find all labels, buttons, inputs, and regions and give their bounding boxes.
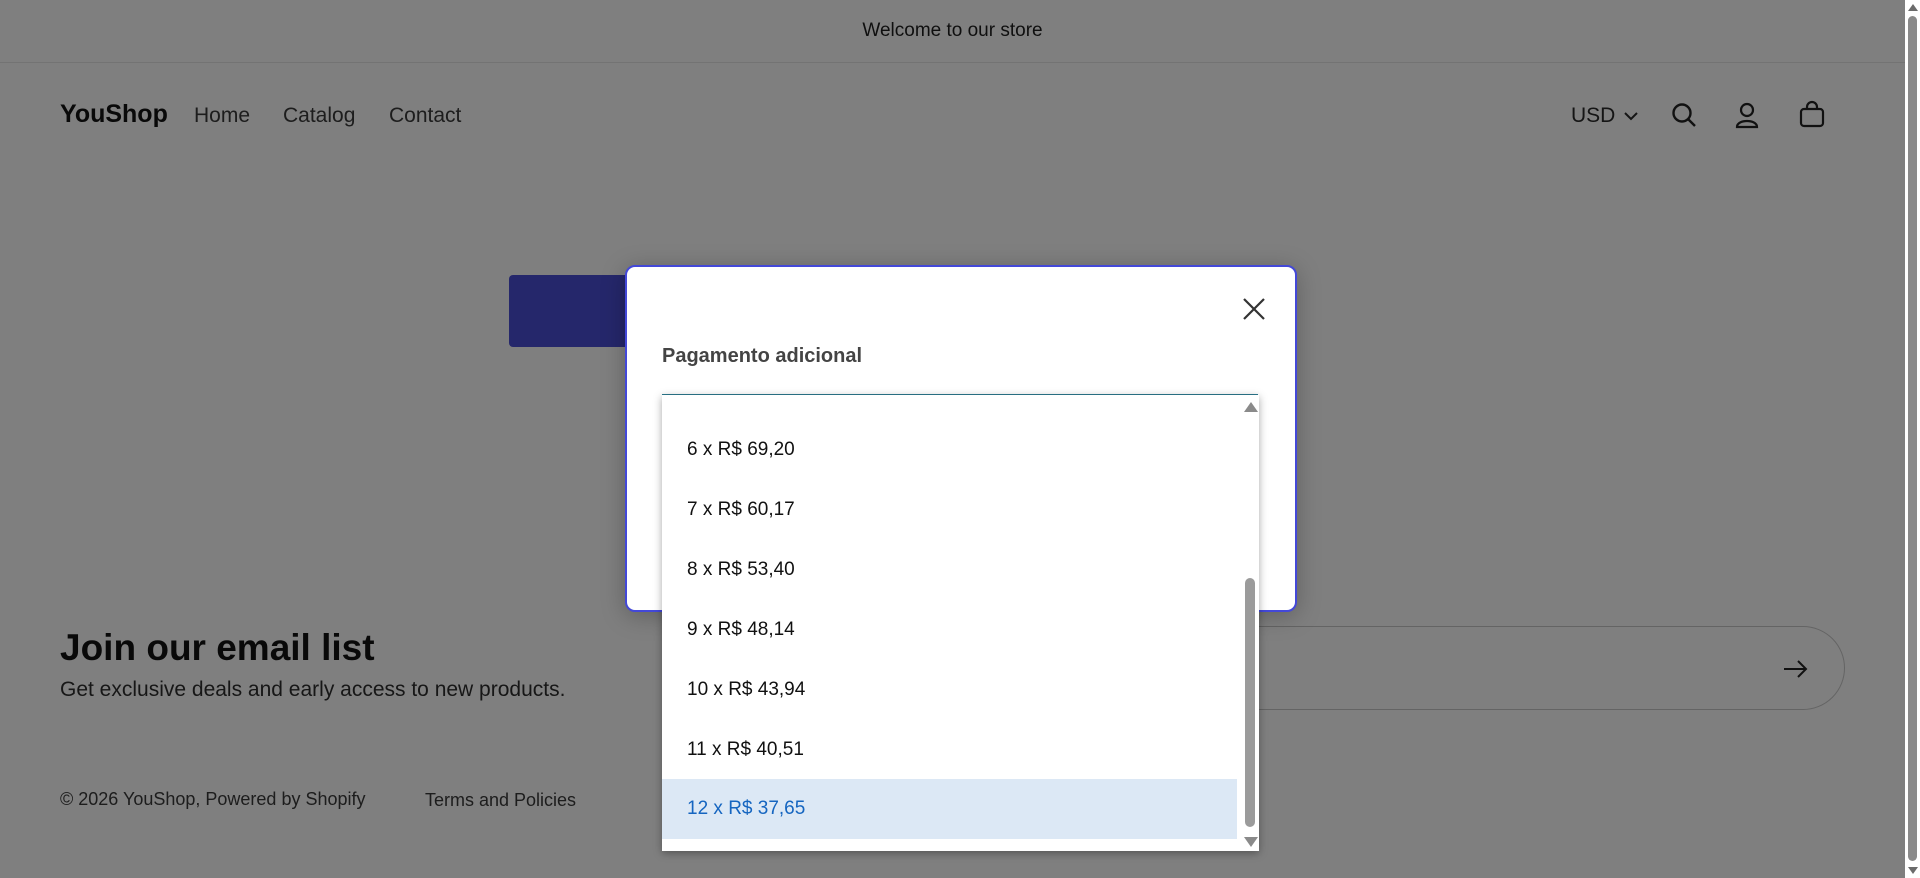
- scroll-up-arrow-icon[interactable]: [1908, 4, 1918, 11]
- scroll-down-arrow-icon[interactable]: [1908, 867, 1918, 874]
- list-clip-mask: [662, 395, 1237, 401]
- installment-option[interactable]: 7 x R$ 60,17: [662, 480, 1237, 540]
- scroll-down-arrow-icon[interactable]: [1244, 837, 1258, 847]
- installment-option[interactable]: 9 x R$ 48,14: [662, 600, 1237, 660]
- installment-dropdown-list[interactable]: 5 x R$ 81,90 6 x R$ 69,20 7 x R$ 60,17 8…: [662, 395, 1259, 851]
- installment-option-selected[interactable]: 12 x R$ 37,65: [662, 779, 1237, 839]
- dropdown-scrollbar-thumb[interactable]: [1245, 578, 1255, 827]
- installment-option[interactable]: 6 x R$ 69,20: [662, 420, 1237, 480]
- page-scrollbar[interactable]: [1905, 0, 1920, 878]
- page-scrollbar-thumb[interactable]: [1908, 16, 1917, 861]
- installment-option[interactable]: 8 x R$ 53,40: [662, 540, 1237, 600]
- installment-option[interactable]: 10 x R$ 43,94: [662, 660, 1237, 720]
- dropdown-scrollbar[interactable]: [1240, 395, 1259, 851]
- scroll-up-arrow-icon[interactable]: [1244, 402, 1258, 412]
- payment-label: Pagamento adicional: [662, 345, 863, 367]
- installment-option[interactable]: 11 x R$ 40,51: [662, 720, 1237, 780]
- close-icon[interactable]: [1239, 294, 1269, 324]
